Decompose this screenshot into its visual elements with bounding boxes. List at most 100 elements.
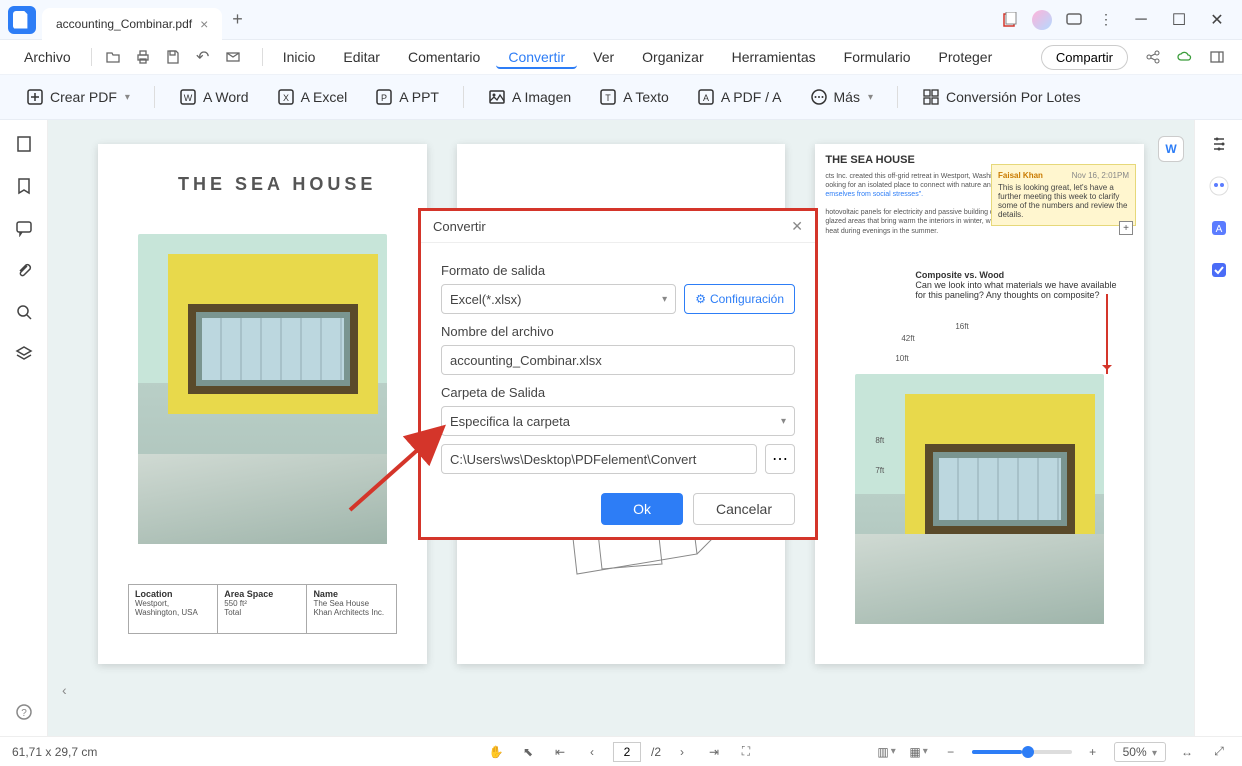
- menu-ver[interactable]: Ver: [581, 45, 626, 69]
- plus-doc-icon: [26, 88, 44, 106]
- to-excel-button[interactable]: XA Excel: [267, 82, 358, 112]
- thumbnails-icon[interactable]: [12, 132, 36, 156]
- page-number-input[interactable]: [613, 742, 641, 762]
- scroll-left-button[interactable]: ‹: [62, 682, 67, 698]
- tab-title: accounting_Combinar.pdf: [56, 17, 192, 31]
- new-tab-button[interactable]: +: [222, 9, 253, 30]
- close-window-button[interactable]: ✕: [1202, 5, 1232, 35]
- bookmarks-icon[interactable]: [12, 174, 36, 198]
- menu-proteger[interactable]: Proteger: [927, 45, 1005, 69]
- to-ppt-button[interactable]: PA PPT: [365, 82, 449, 112]
- check-icon[interactable]: [1207, 258, 1231, 282]
- menu-formulario[interactable]: Formulario: [832, 45, 923, 69]
- maximize-button[interactable]: ☐: [1164, 5, 1194, 35]
- view-mode-icon[interactable]: ▥▾: [876, 741, 898, 763]
- layout-icon[interactable]: ▦▾: [908, 741, 930, 763]
- fullscreen-icon[interactable]: ⤢: [1208, 741, 1230, 763]
- note-text: This is looking great, let's have a furt…: [998, 183, 1129, 219]
- close-tab-icon[interactable]: ×: [200, 16, 208, 32]
- mail-icon[interactable]: [220, 44, 246, 70]
- select-tool-icon[interactable]: ⬉: [517, 741, 539, 763]
- note-author: Faisal Khan: [998, 171, 1043, 180]
- more-menu-icon[interactable]: ⋮: [1094, 8, 1118, 32]
- svg-text:A: A: [1215, 224, 1222, 235]
- convert-toolbar: Crear PDF▾ WA Word XA Excel PA PPT A Ima…: [0, 74, 1242, 120]
- folder-path-input[interactable]: [441, 444, 757, 474]
- ai-assistant-icon[interactable]: [1207, 174, 1231, 198]
- settings-icon[interactable]: [1207, 132, 1231, 156]
- notification-icon[interactable]: [998, 8, 1022, 32]
- sticky-note[interactable]: Faisal Khan Nov 16, 2:01PM This is looki…: [991, 164, 1136, 226]
- prev-page-icon[interactable]: ‹: [581, 741, 603, 763]
- svg-text:W: W: [184, 93, 193, 103]
- share-button[interactable]: Compartir: [1041, 45, 1128, 70]
- app-logo: [8, 6, 36, 34]
- note-plus-icon[interactable]: +: [1119, 221, 1133, 235]
- to-pdfa-button[interactable]: AA PDF / A: [687, 82, 792, 112]
- filename-label: Nombre del archivo: [441, 324, 795, 339]
- help-icon[interactable]: ?: [12, 700, 36, 724]
- undo-icon[interactable]: ↶: [190, 44, 216, 70]
- format-select[interactable]: Excel(*.xlsx) ▾: [441, 284, 676, 314]
- attachments-icon[interactable]: [12, 258, 36, 282]
- zoom-in-icon[interactable]: +: [1082, 741, 1104, 763]
- more-button[interactable]: Más▾: [800, 82, 883, 112]
- fit-icon[interactable]: ⛶: [735, 741, 757, 763]
- comment-icon[interactable]: [1062, 8, 1086, 32]
- fit-width-icon[interactable]: ↔: [1176, 741, 1198, 763]
- hand-tool-icon[interactable]: ✋: [485, 741, 507, 763]
- svg-text:?: ?: [21, 708, 27, 719]
- panel-icon[interactable]: [1204, 44, 1230, 70]
- translate-icon[interactable]: A: [1207, 216, 1231, 240]
- batch-convert-button[interactable]: Conversión Por Lotes: [912, 82, 1091, 112]
- layers-icon[interactable]: [12, 342, 36, 366]
- right-sidebar: A: [1194, 120, 1242, 736]
- to-word-button[interactable]: WA Word: [169, 82, 259, 112]
- folder-select[interactable]: Especifica la carpeta ▾: [441, 406, 795, 436]
- to-text-button[interactable]: TA Texto: [589, 82, 679, 112]
- word-export-badge[interactable]: W: [1158, 136, 1184, 162]
- zoom-value[interactable]: 50% ▾: [1114, 742, 1166, 762]
- comments-icon[interactable]: [12, 216, 36, 240]
- user-avatar[interactable]: [1030, 8, 1054, 32]
- dialog-close-button[interactable]: ✕: [791, 218, 803, 235]
- config-button[interactable]: ⚙ Configuración: [684, 284, 795, 314]
- ok-button[interactable]: Ok: [601, 493, 683, 525]
- pdfa-icon: A: [697, 88, 715, 106]
- document-tab[interactable]: accounting_Combinar.pdf ×: [42, 8, 222, 40]
- filename-input[interactable]: [441, 345, 795, 375]
- menu-comentario[interactable]: Comentario: [396, 45, 492, 69]
- excel-icon: X: [277, 88, 295, 106]
- menu-herramientas[interactable]: Herramientas: [720, 45, 828, 69]
- first-page-icon[interactable]: ⇤: [549, 741, 571, 763]
- minimize-button[interactable]: ─: [1126, 5, 1156, 35]
- gear-icon: ⚙: [695, 292, 706, 306]
- svg-text:P: P: [381, 93, 387, 103]
- cancel-button[interactable]: Cancelar: [693, 493, 795, 525]
- chevron-down-icon: ▾: [125, 92, 130, 103]
- menu-organizar[interactable]: Organizar: [630, 45, 715, 69]
- zoom-out-icon[interactable]: −: [940, 741, 962, 763]
- share-icon[interactable]: [1140, 44, 1166, 70]
- to-image-button[interactable]: A Imagen: [478, 82, 581, 112]
- open-icon[interactable]: [100, 44, 126, 70]
- next-page-icon[interactable]: ›: [671, 741, 693, 763]
- save-icon[interactable]: [160, 44, 186, 70]
- separator: [91, 48, 92, 66]
- create-pdf-button[interactable]: Crear PDF▾: [16, 82, 140, 112]
- menu-convertir[interactable]: Convertir: [496, 45, 577, 69]
- svg-text:X: X: [283, 93, 289, 103]
- menu-editar[interactable]: Editar: [331, 45, 392, 69]
- ppt-icon: P: [375, 88, 393, 106]
- search-icon[interactable]: [12, 300, 36, 324]
- cloud-icon[interactable]: [1172, 44, 1198, 70]
- house-illustration-3: 16ft 10ft 8ft 7ft 42ft: [855, 374, 1104, 624]
- zoom-slider[interactable]: [972, 750, 1072, 754]
- annotation-text: Composite vs. Wood Can we look into what…: [915, 270, 1124, 300]
- browse-button[interactable]: ⋯: [765, 444, 795, 474]
- menu-inicio[interactable]: Inicio: [271, 45, 328, 69]
- last-page-icon[interactable]: ⇥: [703, 741, 725, 763]
- convert-dialog: Convertir ✕ Formato de salida Excel(*.xl…: [418, 208, 818, 540]
- print-icon[interactable]: [130, 44, 156, 70]
- file-menu[interactable]: Archivo: [12, 45, 83, 69]
